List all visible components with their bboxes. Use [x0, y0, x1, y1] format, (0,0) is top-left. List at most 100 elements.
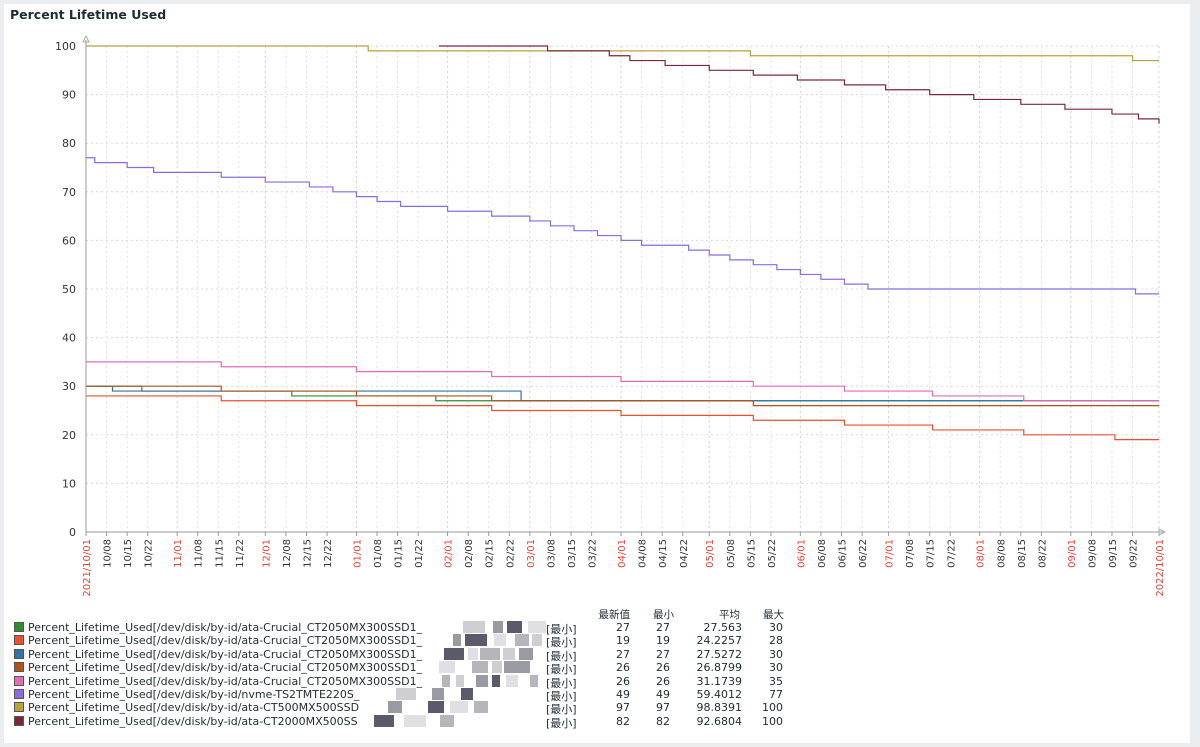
- redaction-block: [532, 634, 542, 647]
- x-tick-label: 08/22: [1037, 539, 1048, 568]
- x-tick-label: 06/01: [796, 539, 807, 568]
- y-tick-label: 40: [62, 332, 76, 345]
- x-tick-label: 2022/10/01: [1155, 539, 1166, 597]
- x-tick-label: 05/22: [767, 539, 778, 568]
- redaction-block: [507, 621, 522, 633]
- y-tick-label: 20: [62, 429, 76, 442]
- legend-series-name: Percent_Lifetime_Used[/dev/disk/by-id/at…: [28, 621, 423, 634]
- legend-item[interactable]: Percent_Lifetime_Used[/dev/disk/by-id/at…: [14, 701, 804, 716]
- legend-header-last: 最新值: [598, 609, 631, 621]
- y-tick-label: 50: [62, 283, 76, 296]
- redaction-block: [404, 714, 426, 727]
- legend-item[interactable]: Percent_Lifetime_Used[/dev/disk/by-id/at…: [14, 661, 804, 676]
- redaction-block: [442, 674, 450, 687]
- legend-value-min: 82: [656, 714, 670, 728]
- series-line-4: [86, 361, 1159, 402]
- series-line-1: [86, 395, 1159, 441]
- redaction-block: [492, 661, 502, 674]
- x-tick-label: 10/22: [144, 539, 155, 568]
- legend-item[interactable]: Percent_Lifetime_Used[/dev/disk/by-id/at…: [14, 714, 804, 730]
- x-tick-label: 01/08: [373, 539, 384, 568]
- legend-series-name: Percent_Lifetime_Used[/dev/disk/by-id/at…: [28, 634, 423, 648]
- legend-value-min: 19: [656, 634, 670, 648]
- legend-value-max: 30: [769, 621, 783, 634]
- redaction-block: [444, 647, 464, 660]
- redaction-block: [463, 621, 485, 633]
- x-tick-label: 06/15: [838, 539, 849, 568]
- x-tick-label: 12/22: [323, 539, 334, 568]
- x-tick-label: 09/01: [1067, 539, 1078, 568]
- y-tick-label: 70: [62, 186, 76, 199]
- x-tick-label: 07/15: [926, 539, 937, 568]
- x-tick-label: 03/15: [567, 539, 578, 568]
- x-tick-label: 12/01: [261, 539, 272, 568]
- legend-swatch: [14, 648, 24, 659]
- redaction-block: [480, 647, 500, 660]
- x-tick-label: 09/08: [1087, 539, 1098, 568]
- legend-series-name: Percent_Lifetime_Used[/dev/disk/by-id/nv…: [28, 688, 360, 701]
- redaction-block: [450, 701, 468, 714]
- legend-value-min: 49: [656, 688, 670, 701]
- legend-series-name: Percent_Lifetime_Used[/dev/disk/by-id/at…: [28, 701, 360, 715]
- legend-header-min: 最小: [653, 609, 674, 621]
- legend-item[interactable]: Percent_Lifetime_Used[/dev/disk/by-id/at…: [14, 674, 804, 690]
- x-tick-label: 05/08: [726, 539, 737, 568]
- y-tick-label: 80: [62, 137, 76, 150]
- redaction-block: [428, 701, 444, 714]
- redaction-block: [476, 674, 488, 687]
- x-tick-label: 2021/10/01: [82, 539, 93, 597]
- legend-item[interactable]: Percent_Lifetime_Used[/dev/disk/by-id/at…: [14, 647, 804, 663]
- x-tick-label: 10/15: [123, 539, 134, 568]
- legend-swatch: [14, 662, 24, 673]
- redaction-block: [468, 647, 478, 660]
- legend-header-max: 最大: [763, 609, 784, 621]
- x-tick-label: 08/15: [1017, 539, 1028, 568]
- x-tick-label: 11/22: [235, 539, 246, 568]
- redaction-block: [388, 701, 402, 714]
- x-tick-label: 03/22: [588, 539, 599, 568]
- legend-value-min: 26: [656, 674, 670, 688]
- redaction-block: [503, 647, 515, 660]
- legend-value-min: 27: [656, 621, 670, 634]
- x-tick-label: 07/08: [905, 539, 916, 568]
- legend-item[interactable]: Percent_Lifetime_Used[/dev/disk/by-id/at…: [14, 634, 804, 649]
- legend-swatch: [14, 702, 24, 713]
- redaction-block: [474, 701, 488, 714]
- x-tick-label: 12/15: [302, 539, 313, 568]
- legend-value-min: 26: [656, 661, 670, 675]
- redaction-block: [504, 661, 530, 674]
- redaction-block: [492, 674, 500, 687]
- legend-swatch: [14, 675, 24, 686]
- x-tick-label: 08/01: [976, 539, 987, 568]
- x-tick-label: 08/08: [996, 539, 1007, 568]
- x-tick-label: 07/22: [946, 539, 957, 568]
- y-tick-label: 30: [62, 380, 76, 393]
- legend-series-name: Percent_Lifetime_Used[/dev/disk/by-id/at…: [28, 714, 358, 728]
- y-tick-label: 10: [62, 477, 76, 490]
- series-line-7: [438, 45, 1160, 124]
- x-tick-label: 12/08: [282, 539, 293, 568]
- legend-value-max: 77: [769, 688, 783, 701]
- redaction-block: [528, 621, 546, 633]
- x-tick-label: 01/22: [414, 539, 425, 568]
- x-tick-label: 03/01: [526, 539, 537, 568]
- series-line-0: [86, 385, 1159, 402]
- legend-item[interactable]: Percent_Lifetime_Used[/dev/disk/by-id/at…: [14, 621, 804, 636]
- redaction-block: [440, 714, 454, 727]
- legend-item[interactable]: Percent_Lifetime_Used[/dev/disk/by-id/nv…: [14, 688, 804, 703]
- x-tick-label: 03/08: [546, 539, 557, 568]
- legend-swatch: [14, 622, 24, 632]
- x-tick-label: 11/08: [194, 539, 205, 568]
- redaction-block: [515, 634, 529, 647]
- legend-value-max: 100: [762, 714, 783, 728]
- x-tick-label: 05/01: [705, 539, 716, 568]
- series-line-2: [86, 385, 1159, 402]
- x-tick-label: 09/22: [1129, 539, 1140, 568]
- legend-series-name: Percent_Lifetime_Used[/dev/disk/by-id/at…: [28, 661, 423, 675]
- x-tick-label: 02/01: [444, 539, 455, 568]
- series-lines: [86, 45, 1160, 441]
- redaction-block: [472, 661, 488, 674]
- x-tick-label: 06/08: [817, 539, 828, 568]
- y-tick-label: 100: [55, 40, 76, 53]
- x-tick-label: 02/22: [505, 539, 516, 568]
